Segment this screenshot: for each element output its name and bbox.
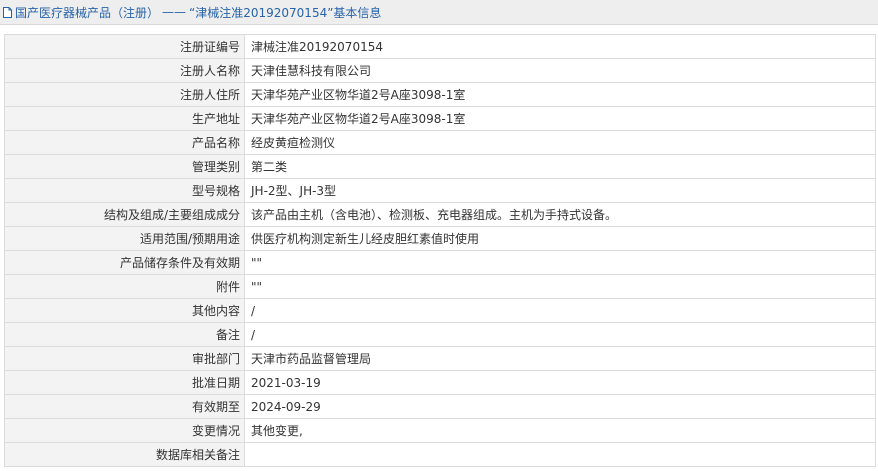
field-value: 2021-03-19: [244, 370, 876, 395]
field-label: 注册人名称: [4, 58, 245, 83]
field-label: 数据库相关备注: [4, 442, 245, 467]
field-label: 其他内容: [4, 298, 245, 323]
field-value: 2024-09-29: [244, 394, 876, 419]
field-value: 津械注准20192070154: [244, 34, 876, 59]
field-label: 型号规格: [4, 178, 245, 203]
table-row: 注册人名称 天津佳慧科技有限公司: [4, 58, 876, 83]
breadcrumb-bar: 国产医疗器械产品（注册） —— “津械注准20192070154”基本信息: [0, 0, 878, 25]
field-label: 备注: [4, 322, 245, 347]
registration-info-table: 注册证编号 津械注准20192070154 注册人名称 天津佳慧科技有限公司 注册人住所…: [4, 34, 876, 467]
table-row: 数据库相关备注: [4, 442, 876, 467]
field-value: 第二类: [244, 154, 876, 179]
table-row: 变更情况 其他变更,: [4, 418, 876, 443]
field-label: 管理类别: [4, 154, 245, 179]
field-label: 产品名称: [4, 130, 245, 155]
table-row: 产品储存条件及有效期 "": [4, 250, 876, 275]
field-label: 变更情况: [4, 418, 245, 443]
field-label: 批准日期: [4, 370, 245, 395]
field-value: 其他变更,: [244, 418, 876, 443]
table-row: 审批部门 天津市药品监督管理局: [4, 346, 876, 371]
field-label: 有效期至: [4, 394, 245, 419]
field-value: /: [244, 322, 876, 347]
table-row: 结构及组成/主要组成成分 该产品由主机（含电池）、检测板、充电器组成。主机为手持式…: [4, 202, 876, 227]
document-icon: [3, 6, 12, 18]
field-label: 结构及组成/主要组成成分: [4, 202, 245, 227]
field-label: 附件: [4, 274, 245, 299]
table-row: 注册证编号 津械注准20192070154: [4, 34, 876, 59]
table-row: 型号规格 JH-2型、JH-3型: [4, 178, 876, 203]
table-row: 适用范围/预期用途 供医疗机构测定新生儿经皮胆红素值时使用: [4, 226, 876, 251]
field-label: 适用范围/预期用途: [4, 226, 245, 251]
table-row: 其他内容 /: [4, 298, 876, 323]
table-row: 附件 "": [4, 274, 876, 299]
table-row: 批准日期 2021-03-19: [4, 370, 876, 395]
field-value: /: [244, 298, 876, 323]
breadcrumb-root-link[interactable]: 国产医疗器械产品（注册）: [15, 4, 159, 21]
field-value: 天津市药品监督管理局: [244, 346, 876, 371]
field-label: 注册人住所: [4, 82, 245, 107]
table-row: 管理类别 第二类: [4, 154, 876, 179]
breadcrumb-current-link[interactable]: “津械注准20192070154”基本信息: [189, 4, 381, 21]
field-value: JH-2型、JH-3型: [244, 178, 876, 203]
field-label: 审批部门: [4, 346, 245, 371]
field-label: 产品储存条件及有效期: [4, 250, 245, 275]
table-row: 备注 /: [4, 322, 876, 347]
field-label: 注册证编号: [4, 34, 245, 59]
table-row: 注册人住所 天津华苑产业区物华道2号A座3098-1室: [4, 82, 876, 107]
table-row: 有效期至 2024-09-29: [4, 394, 876, 419]
breadcrumb-separator: ——: [162, 5, 187, 19]
field-value: "": [244, 250, 876, 275]
field-value: 天津华苑产业区物华道2号A座3098-1室: [244, 82, 876, 107]
table-row: 产品名称 经皮黄疸检测仪: [4, 130, 876, 155]
field-value: 经皮黄疸检测仪: [244, 130, 876, 155]
field-value: [244, 442, 876, 467]
table-row: 生产地址 天津华苑产业区物华道2号A座3098-1室: [4, 106, 876, 131]
field-value: 该产品由主机（含电池）、检测板、充电器组成。主机为手持式设备。: [244, 202, 876, 227]
field-value: 天津佳慧科技有限公司: [244, 58, 876, 83]
field-value: 供医疗机构测定新生儿经皮胆红素值时使用: [244, 226, 876, 251]
field-value: "": [244, 274, 876, 299]
field-label: 生产地址: [4, 106, 245, 131]
field-value: 天津华苑产业区物华道2号A座3098-1室: [244, 106, 876, 131]
